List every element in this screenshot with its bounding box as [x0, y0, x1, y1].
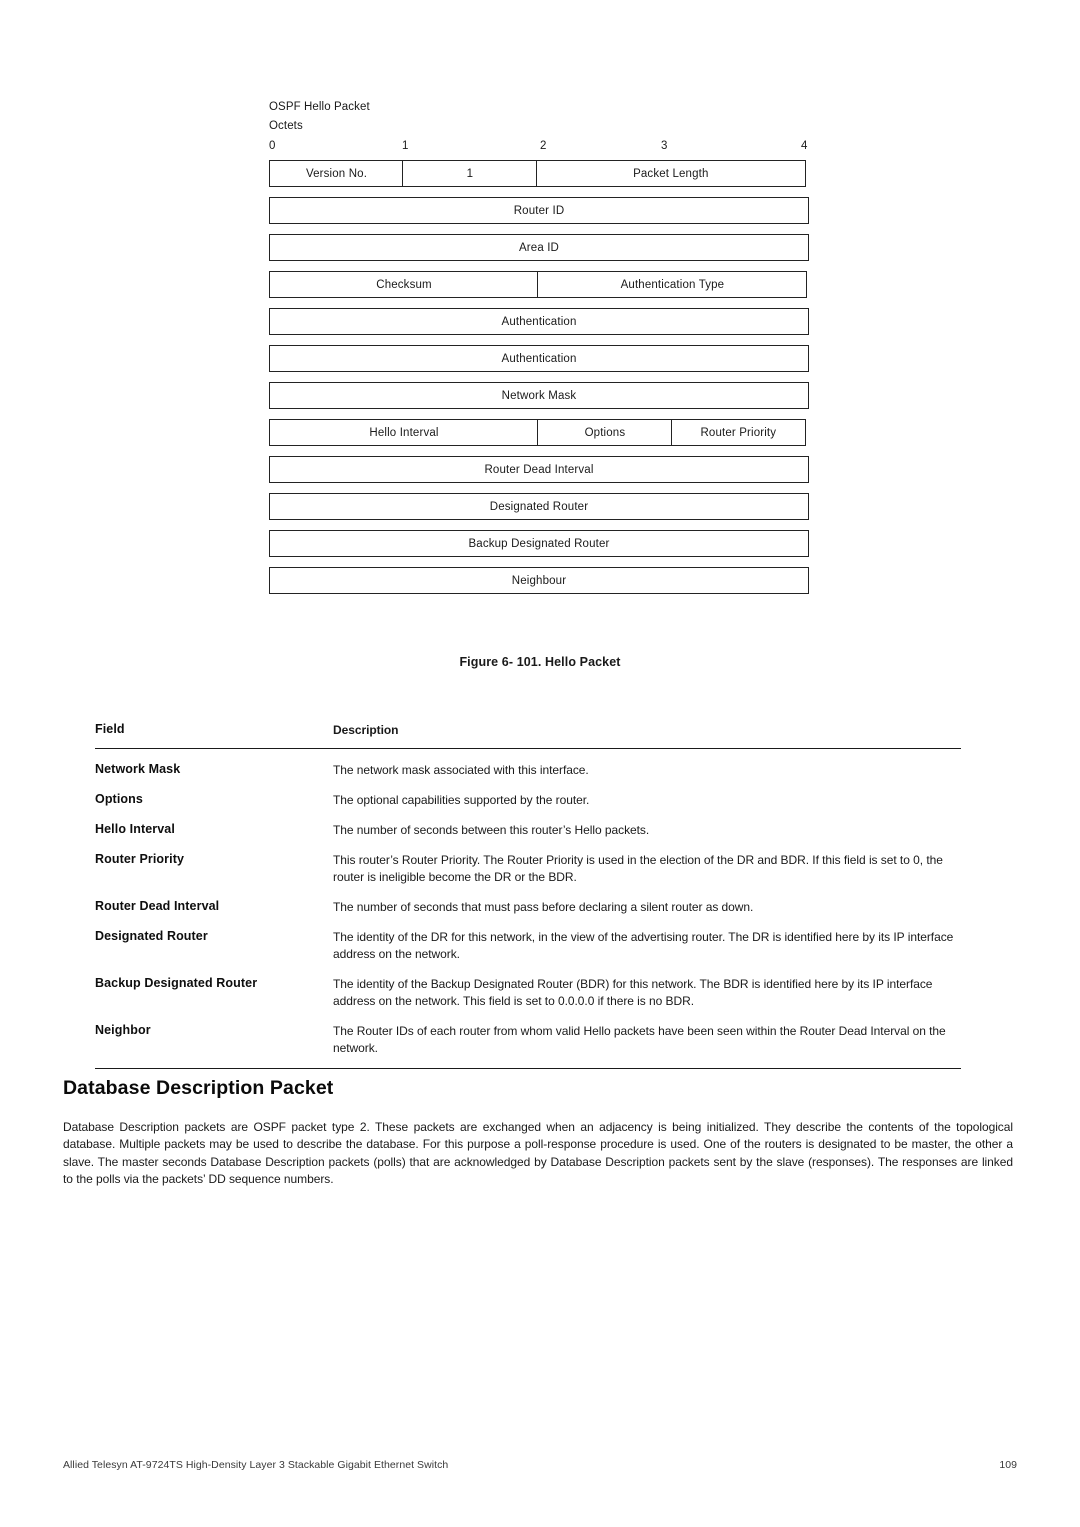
packet-field-row: Hello Interval Options Router Priority — [269, 419, 809, 446]
packet-field-cell: Area ID — [269, 234, 809, 261]
table-cell-field: Options — [95, 792, 143, 806]
packet-field-cell: Hello Interval — [269, 419, 539, 446]
packet-field-row: Area ID — [269, 234, 809, 261]
table-cell-field: Network Mask — [95, 762, 181, 776]
octet-tick-0: 0 — [269, 140, 276, 152]
table-row: Router Dead Interval The number of second… — [95, 886, 961, 916]
packet-field-label: Version No. — [305, 167, 368, 180]
footer-product-name: Allied Telesyn AT-9724TS High-Density La… — [63, 1459, 449, 1471]
ospf-hello-packet-figure: OSPF Hello Packet Octets 0 1 2 3 4 Versi… — [269, 98, 811, 604]
packet-field-cell: Authentication Type — [537, 271, 808, 298]
footer-page-number: 109 — [999, 1459, 1017, 1471]
table-cell-description: The identity of the DR for this network,… — [333, 930, 954, 961]
packet-field-cell: Designated Router — [269, 493, 809, 520]
section-body-paragraph: Database Description packets are OSPF pa… — [63, 1120, 1013, 1187]
figure-axis-label: Octets — [269, 120, 303, 132]
octet-tick-2: 2 — [540, 140, 547, 152]
packet-field-cell: Backup Designated Router — [269, 530, 809, 557]
figure-caption: Figure 6- 101. Hello Packet — [459, 655, 621, 669]
packet-field-label: Checksum — [376, 278, 432, 291]
packet-field-label: Hello Interval — [369, 426, 439, 439]
packet-field-cell: 1 — [402, 160, 538, 187]
column-header-description: Description — [333, 723, 399, 737]
packet-field-row: Router ID — [269, 197, 809, 224]
packet-field-label: Router Priority — [700, 426, 777, 439]
packet-field-cell: Authentication — [269, 308, 809, 335]
table-cell-field: Router Priority — [95, 852, 185, 866]
packet-field-label: Authentication — [501, 352, 577, 365]
table-cell-description: The identity of the Backup Designated Ro… — [333, 977, 933, 1008]
packet-field-cell: Router ID — [269, 197, 809, 224]
table-cell-description: The Router IDs of each router from whom … — [333, 1024, 946, 1055]
packet-field-label: 1 — [466, 167, 474, 180]
packet-field-label: Network Mask — [501, 389, 577, 402]
page-footer: Allied Telesyn AT-9724TS High-Density La… — [63, 1459, 1017, 1471]
packet-field-row: Authentication — [269, 308, 809, 335]
table-row: Hello Interval The number of seconds betw… — [95, 809, 961, 839]
packet-field-label: Backup Designated Router — [468, 537, 610, 550]
packet-field-label: Router ID — [513, 204, 565, 217]
table-cell-description: The number of seconds that must pass bef… — [333, 900, 754, 914]
octet-tick-3: 3 — [661, 140, 668, 152]
table-body: Network Mask The network mask associated … — [95, 749, 961, 1057]
page-title: Database Description Packet — [63, 1077, 334, 1099]
table-row: Options The optional capabilities support… — [95, 779, 961, 809]
table-row: Router Priority This router’s Router Prio… — [95, 839, 961, 886]
table-cell-description: The number of seconds between this route… — [333, 823, 650, 837]
table-row: Backup Designated Router The identity of … — [95, 963, 961, 1010]
table-cell-description: The optional capabilities supported by t… — [333, 793, 590, 807]
octet-scale: 0 1 2 3 4 — [269, 137, 811, 156]
packet-field-label: Router Dead Interval — [484, 463, 594, 476]
packet-field-row: Checksum Authentication Type — [269, 271, 809, 298]
packet-field-label: Authentication Type — [620, 278, 725, 291]
packet-field-cell: Neighbour — [269, 567, 809, 594]
packet-field-row: Neighbour — [269, 567, 809, 594]
packet-field-label: Designated Router — [489, 500, 589, 513]
table-bottom-rule — [95, 1068, 961, 1069]
octet-tick-4: 4 — [801, 140, 808, 152]
packet-field-row: Router Dead Interval — [269, 456, 809, 483]
table-cell-field: Router Dead Interval — [95, 899, 220, 913]
packet-field-row: Designated Router — [269, 493, 809, 520]
table-cell-field: Neighbor — [95, 1023, 151, 1037]
table-cell-description: This router’s Router Priority. The Route… — [333, 853, 943, 884]
packet-field-label: Neighbour — [511, 574, 567, 587]
packet-field-row: Backup Designated Router — [269, 530, 809, 557]
packet-field-cell: Packet Length — [535, 160, 806, 187]
packet-field-label: Area ID — [518, 241, 560, 254]
table-row: Designated Router The identity of the DR … — [95, 916, 961, 963]
table-header-row: Field Description — [95, 722, 961, 748]
packet-field-label: Authentication — [501, 315, 577, 328]
packet-field-cell: Router Priority — [670, 419, 806, 446]
table-row: Neighbor The Router IDs of each router fr… — [95, 1010, 961, 1057]
packet-field-row: Version No. 1 Packet Length — [269, 160, 809, 187]
table-cell-field: Designated Router — [95, 929, 208, 943]
packet-field-label: Options — [584, 426, 626, 439]
figure-title: OSPF Hello Packet — [269, 101, 370, 113]
field-description-table: Field Description Network Mask The networ… — [95, 722, 961, 1069]
packet-field-row: Network Mask — [269, 382, 809, 409]
packet-field-cell: Authentication — [269, 345, 809, 372]
packet-field-cell: Checksum — [269, 271, 539, 298]
column-header-field: Field — [95, 722, 125, 736]
packet-field-label: Packet Length — [633, 167, 709, 180]
packet-field-cell: Router Dead Interval — [269, 456, 809, 483]
packet-field-cell: Options — [537, 419, 673, 446]
table-cell-field: Backup Designated Router — [95, 976, 258, 990]
packet-field-cell: Version No. — [269, 160, 404, 187]
octet-tick-1: 1 — [402, 140, 409, 152]
packet-diagram-rows: Version No. 1 Packet Length Router ID Area I… — [269, 160, 811, 594]
packet-field-cell: Network Mask — [269, 382, 809, 409]
table-cell-description: The network mask associated with this in… — [333, 763, 589, 777]
table-row: Network Mask The network mask associated … — [95, 749, 961, 779]
packet-field-row: Authentication — [269, 345, 809, 372]
table-cell-field: Hello Interval — [95, 822, 175, 836]
document-page: OSPF Hello Packet Octets 0 1 2 3 4 Versi… — [0, 0, 1080, 1527]
